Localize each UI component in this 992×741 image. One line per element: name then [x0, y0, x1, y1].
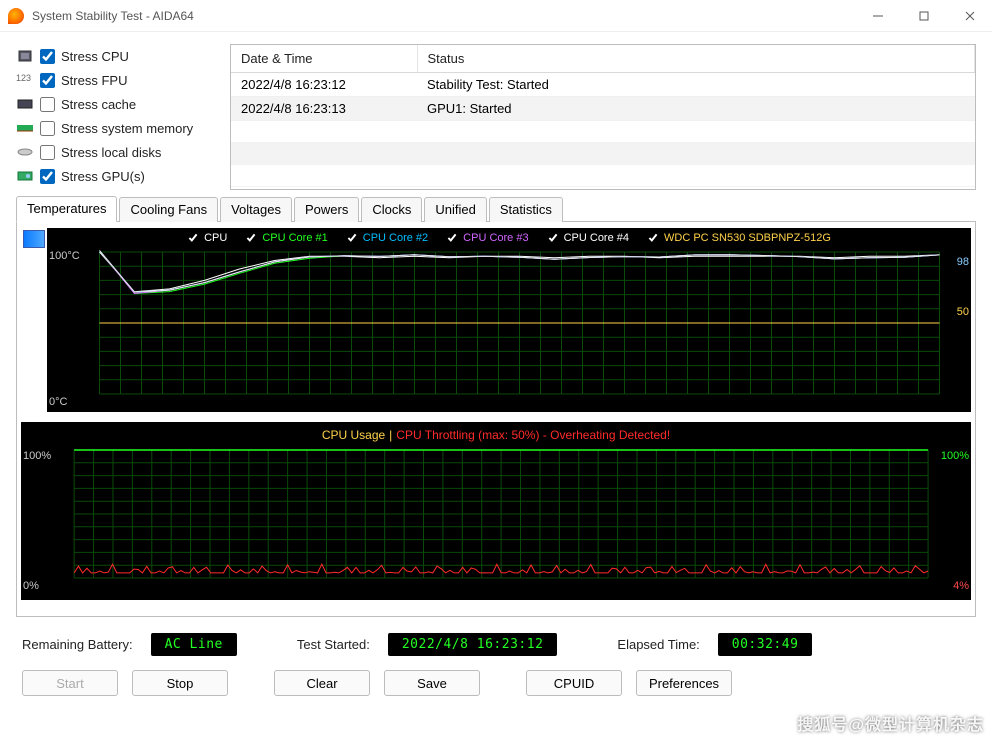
temp-chart-svg	[47, 246, 971, 404]
legend-core4[interactable]: CPU Core #4	[547, 232, 629, 244]
battery-label: Remaining Battery:	[22, 637, 133, 652]
button-row: Start Stop Clear Save CPUID Preferences	[16, 670, 976, 706]
stress-memory-label: Stress system memory	[61, 121, 193, 136]
stress-gpu-label: Stress GPU(s)	[61, 169, 145, 184]
window-buttons	[864, 2, 984, 30]
log-header-status[interactable]: Status	[417, 45, 975, 73]
elapsed-value: 00:32:49	[718, 633, 813, 656]
legend-cpu[interactable]: CPU	[187, 232, 227, 244]
stress-row-gpu: Stress GPU(s)	[16, 164, 220, 188]
battery-value: AC Line	[151, 633, 237, 656]
stop-button[interactable]: Stop	[132, 670, 228, 696]
stress-cache-checkbox[interactable]	[40, 97, 55, 112]
stress-row-memory: Stress system memory	[16, 116, 220, 140]
tab-cooling-fans[interactable]: Cooling Fans	[119, 197, 218, 222]
start-button[interactable]: Start	[22, 670, 118, 696]
maximize-button[interactable]	[910, 2, 938, 30]
log-panel: Date & Time Status 2022/4/8 16:23:12Stab…	[230, 44, 976, 190]
temp-right-mid: 50	[957, 306, 969, 318]
clear-button[interactable]: Clear	[274, 670, 370, 696]
started-value: 2022/4/8 16:23:12	[388, 633, 558, 656]
preferences-button[interactable]: Preferences	[636, 670, 732, 696]
save-button[interactable]: Save	[384, 670, 480, 696]
legend-core1[interactable]: CPU Core #1	[245, 232, 327, 244]
usage-right-bot: 4%	[953, 580, 969, 592]
temp-legend: CPU CPU Core #1 CPU Core #2 CPU Core #3 …	[47, 228, 971, 246]
memory-icon	[16, 121, 34, 135]
stress-cpu-label: Stress CPU	[61, 49, 129, 64]
stress-row-cache: Stress cache	[16, 92, 220, 116]
usage-chart: CPU Usage|CPU Throttling (max: 50%) - Ov…	[21, 422, 971, 600]
legend-core3[interactable]: CPU Core #3	[446, 232, 528, 244]
legend-ssd[interactable]: WDC PC SN530 SDBPNPZ-512G	[647, 232, 831, 244]
stress-disks-checkbox[interactable]	[40, 145, 55, 160]
window-title: System Stability Test - AIDA64	[32, 9, 864, 23]
stress-fpu-checkbox[interactable]	[40, 73, 55, 88]
watermark: 搜狐号@微型计算机杂志	[797, 711, 984, 735]
usage-legend: CPU Usage|CPU Throttling (max: 50%) - Ov…	[25, 422, 967, 446]
usage-ymax: 100%	[23, 450, 51, 462]
chart-area: CPU CPU Core #1 CPU Core #2 CPU Core #3 …	[16, 222, 976, 617]
log-row-empty	[231, 143, 975, 165]
stress-memory-checkbox[interactable]	[40, 121, 55, 136]
stress-fpu-label: Stress FPU	[61, 73, 127, 88]
gpu-icon	[16, 169, 34, 183]
legend-core2[interactable]: CPU Core #2	[346, 232, 428, 244]
stress-row-disks: Stress local disks	[16, 140, 220, 164]
tab-clocks[interactable]: Clocks	[361, 197, 422, 222]
minimize-button[interactable]	[864, 2, 892, 30]
log-row-empty	[231, 165, 975, 187]
log-table: Date & Time Status 2022/4/8 16:23:12Stab…	[231, 45, 975, 187]
log-header-datetime[interactable]: Date & Time	[231, 45, 417, 73]
usage-right-top: 100%	[941, 450, 969, 462]
disk-icon	[16, 145, 34, 159]
stress-row-fpu: 123 Stress FPU	[16, 68, 220, 92]
cpuid-button[interactable]: CPUID	[526, 670, 622, 696]
log-row[interactable]: 2022/4/8 16:23:12Stability Test: Started	[231, 73, 975, 97]
stress-cache-label: Stress cache	[61, 97, 136, 112]
app-icon	[8, 8, 24, 24]
log-row[interactable]: 2022/4/8 16:23:13GPU1: Started	[231, 97, 975, 121]
stress-gpu-checkbox[interactable]	[40, 169, 55, 184]
tab-powers[interactable]: Powers	[294, 197, 359, 222]
chart-left-gutter	[21, 228, 47, 412]
stress-disks-label: Stress local disks	[61, 145, 161, 160]
temp-ymin: 0°C	[49, 396, 67, 408]
usage-ymin: 0%	[23, 580, 39, 592]
log-row-empty	[231, 121, 975, 143]
tab-unified[interactable]: Unified	[424, 197, 486, 222]
stress-row-cpu: Stress CPU	[16, 44, 220, 68]
temperature-chart: CPU CPU Core #1 CPU Core #2 CPU Core #3 …	[21, 228, 971, 412]
close-button[interactable]	[956, 2, 984, 30]
usage-chart-svg	[25, 446, 967, 586]
temp-right-top: 98	[957, 256, 969, 268]
titlebar: System Stability Test - AIDA64	[0, 0, 992, 32]
started-label: Test Started:	[297, 637, 370, 652]
tab-temperatures[interactable]: Temperatures	[16, 196, 117, 222]
stress-options: Stress CPU 123 Stress FPU Stress cache S…	[16, 44, 220, 190]
tab-bar: Temperatures Cooling Fans Voltages Power…	[16, 196, 976, 222]
elapsed-label: Elapsed Time:	[617, 637, 699, 652]
fpu-icon: 123	[16, 73, 34, 87]
stress-cpu-checkbox[interactable]	[40, 49, 55, 64]
status-row: Remaining Battery: AC Line Test Started:…	[16, 617, 976, 670]
tab-voltages[interactable]: Voltages	[220, 197, 292, 222]
cpu-chip-icon	[16, 49, 34, 63]
cache-icon	[16, 97, 34, 111]
sensor-swatch[interactable]	[23, 230, 45, 248]
temp-ymax: 100°C	[49, 250, 80, 262]
tab-statistics[interactable]: Statistics	[489, 197, 563, 222]
